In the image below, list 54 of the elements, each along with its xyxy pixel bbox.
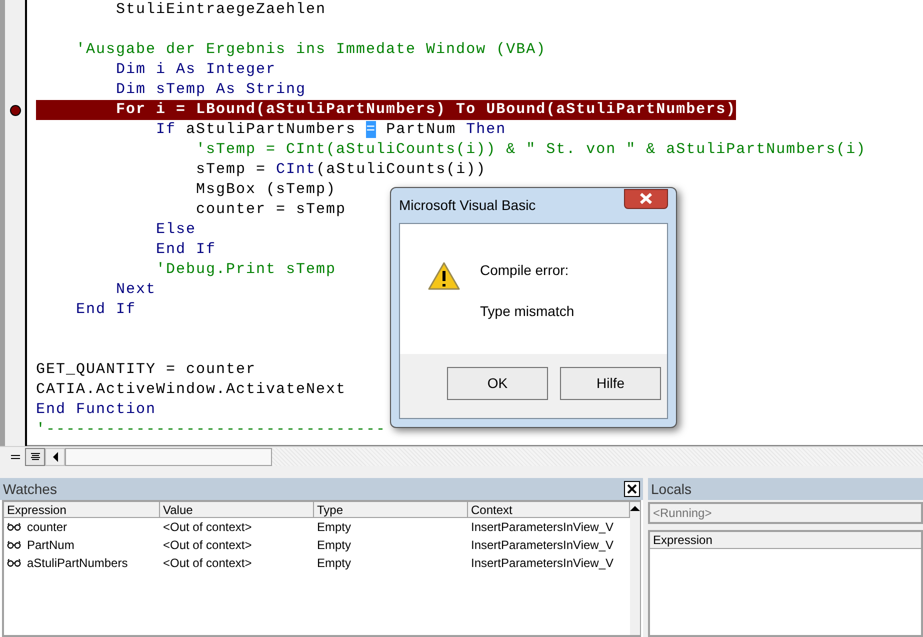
table-cell-text: Empty [317,537,352,554]
column-header[interactable]: Expression [650,532,921,549]
warning-icon [428,262,460,290]
code-line: counter = sTemp [195,200,346,220]
error-message: Type mismatch [480,302,574,321]
column-header[interactable]: Expression [4,502,160,518]
code-line: 'sTemp = CInt(aStuliCounts(i)) & " St. von " & aStuliPartNumbers(i) [195,140,866,160]
code-line: End If [75,300,136,320]
table-cell-text: InsertParametersInView_V [471,519,614,536]
panel-title: Watches [3,480,57,498]
horizontal-scrollbar[interactable] [65,448,272,466]
panel-title: Locals [651,480,692,498]
column-header[interactable]: Context [468,502,630,518]
code-line: 'Debug.Print sTemp [155,260,336,280]
table-cell-text: Empty [317,555,352,572]
table-cell-text: <Out of context> [163,519,252,536]
table-cell-text: InsertParametersInView_V [471,555,614,572]
code-line: Next [115,280,156,300]
column-header[interactable]: Type [314,502,468,518]
error-heading: Compile error: [480,261,570,280]
table-cell-text: PartNum [27,537,74,554]
column-header[interactable]: Value [160,502,314,518]
glasses-icon [7,559,21,567]
table-cell-text: Empty [317,519,352,536]
vertical-scrollbar[interactable] [630,502,640,635]
code-line: Dim i As Integer [115,60,276,80]
code-line: End If [155,240,216,260]
glasses-icon [7,523,21,531]
code-line: If aStuliPartNumbers = PartNum Then [155,120,506,140]
code-line: GET_QUANTITY = counter [36,360,256,380]
dialog-button[interactable]: Hilfe [560,367,661,400]
code-line: Else [155,220,196,240]
close-icon[interactable] [624,481,640,497]
code-line: End Function [36,400,156,420]
code-line: MsgBox (sTemp) [195,180,336,200]
code-line: sTemp = CInt(aStuliCounts(i)) [195,160,486,180]
code-line: StuliEintraegeZaehlen [115,0,326,20]
close-button[interactable] [624,188,668,208]
context-field[interactable]: <Running> [648,502,923,524]
table-cell-text: counter [27,519,68,536]
module-view-icon[interactable] [25,448,45,466]
table-cell-text: aStuliPartNumbers [27,555,128,572]
table-cell-text: <Out of context> [163,555,252,572]
glasses-icon [7,541,21,549]
dialog-title: Microsoft Visual Basic [399,196,536,215]
code-line: '---------------------------------- [36,420,386,440]
breakpoint-icon[interactable] [10,104,20,116]
code-line: Dim sTemp As String [115,80,306,100]
dialog-button[interactable]: OK [447,367,548,400]
table-cell-text: <Out of context> [163,537,252,554]
close-icon [639,193,653,204]
code-line: CATIA.ActiveWindow.ActivateNext [36,380,346,400]
code-line: 'Ausgabe der Ergebnis ins Immedate Window (VBA) [75,40,546,60]
table-cell-text: InsertParametersInView_V [471,537,614,554]
